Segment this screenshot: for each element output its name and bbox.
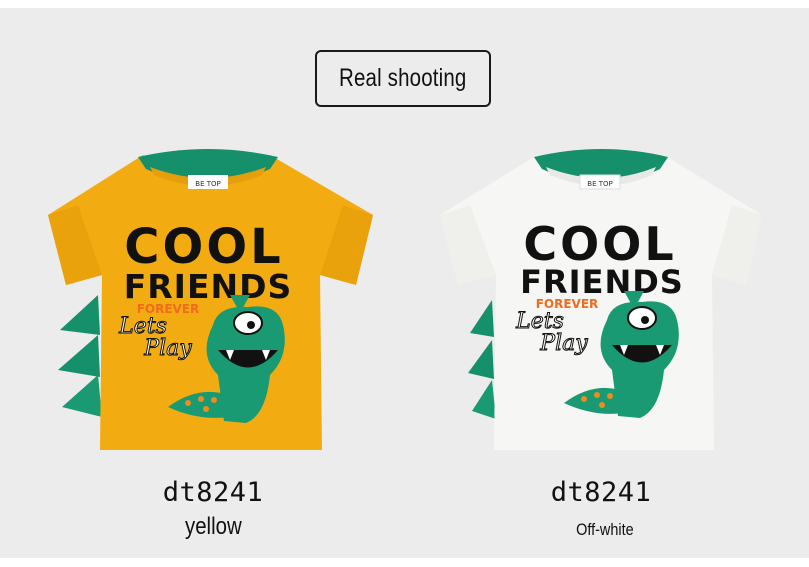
color-label-off-white: Off-white (576, 520, 634, 539)
svg-text:Play: Play (539, 331, 588, 356)
off-white-tshirt-image: BE TOP COOL FRIENDS FOREVER Lets Play (432, 145, 777, 465)
dino-spikes (468, 300, 496, 419)
shirt-tag: BE TOP (195, 180, 220, 188)
svg-text:FRIENDS: FRIENDS (520, 263, 684, 301)
product-code-off-white: dt8241 (550, 477, 652, 508)
real-shooting-banner: Real shooting (315, 50, 491, 107)
bottom-strip (0, 558, 809, 567)
yellow-tshirt-image: BE TOP COOL FRIENDS FOREVER Lets Play (38, 145, 388, 465)
dino-spikes (58, 295, 102, 417)
banner-title: Real shooting (339, 64, 467, 92)
product-code-yellow: dt8241 (162, 477, 264, 508)
svg-text:FRIENDS: FRIENDS (124, 267, 293, 306)
color-label-yellow: yellow (184, 513, 242, 540)
top-strip (0, 0, 809, 8)
svg-text:Play: Play (143, 336, 192, 361)
shirt-tag: BE TOP (587, 180, 612, 188)
